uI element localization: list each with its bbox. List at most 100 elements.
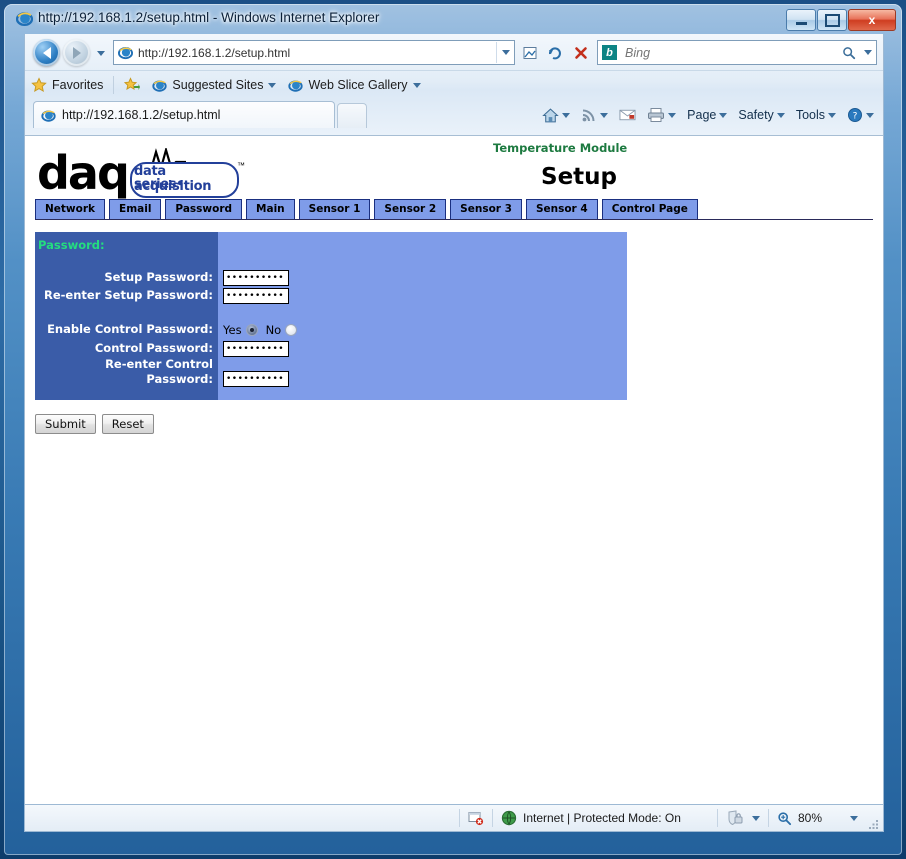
home-button[interactable] [537, 104, 575, 127]
module-title: Temperature Module [493, 141, 628, 155]
close-icon [574, 46, 587, 59]
window-controls: x [786, 9, 896, 31]
new-tab-button[interactable] [337, 103, 367, 128]
trademark-symbol: ™ [237, 161, 245, 170]
tab-bar: http://192.168.1.2/setup.html Page Safet… [25, 98, 883, 136]
print-button[interactable] [642, 104, 681, 126]
nav-tab-sensor-2[interactable]: Sensor 2 [374, 199, 447, 220]
nav-tab-sensor-1[interactable]: Sensor 1 [298, 199, 371, 220]
maximize-button[interactable] [817, 9, 847, 31]
refresh-button[interactable] [542, 40, 567, 65]
popup-blocked-icon [468, 811, 484, 825]
nav-tab-control-page[interactable]: Control Page [601, 199, 698, 220]
internet-explorer-icon [152, 79, 168, 92]
safety-menu-button[interactable]: Safety [733, 105, 789, 125]
title-bar: http://192.168.1.2/setup.html - Windows … [4, 4, 902, 34]
tools-menu-label: Tools [795, 108, 825, 122]
setup-password-input[interactable]: •••••••••• [223, 270, 289, 286]
nav-tab-main[interactable]: Main [246, 199, 295, 220]
search-button[interactable] [838, 46, 860, 60]
control-password-input[interactable]: •••••••••• [223, 341, 289, 357]
reset-button[interactable]: Reset [101, 414, 154, 434]
search-dropdown-button[interactable] [860, 50, 876, 55]
chevron-down-icon[interactable] [562, 112, 571, 118]
search-input[interactable] [623, 44, 838, 61]
chevron-down-icon [751, 815, 760, 821]
address-dropdown-button[interactable] [496, 42, 514, 63]
forward-button[interactable] [63, 39, 90, 66]
reenter-setup-password-label: Re-enter Setup Password: [44, 288, 213, 302]
minimize-button[interactable] [786, 9, 816, 31]
search-box[interactable]: b [597, 40, 877, 65]
recent-pages-dropdown[interactable] [94, 46, 108, 60]
enable-control-password-label: Enable Control Password: [47, 322, 213, 336]
add-to-favorites-bar-button[interactable] [118, 75, 146, 95]
resize-grip[interactable] [866, 817, 880, 831]
bing-icon: b [602, 45, 617, 60]
nav-tab-network[interactable]: Network [35, 199, 106, 220]
nav-tab-sensor-3[interactable]: Sensor 3 [450, 199, 522, 220]
navigation-row: http://192.168.1.2/setup.html b Bing [25, 34, 883, 70]
radio-no[interactable] [285, 323, 298, 336]
reenter-control-password-input[interactable]: •••••••••• [223, 371, 289, 387]
popup-blocker-icon-cell[interactable] [460, 805, 492, 831]
setup-password-control: •••••••••• [223, 270, 289, 286]
radio-yes[interactable] [245, 323, 258, 336]
read-mail-button[interactable] [614, 105, 641, 125]
command-bar: Page Safety Tools ? [537, 102, 879, 128]
zoom-control[interactable]: 80% [769, 805, 866, 831]
compatibility-icon [523, 46, 536, 59]
window-title: http://192.168.1.2/setup.html - Windows … [38, 10, 380, 25]
address-bar[interactable]: http://192.168.1.2/setup.html [113, 40, 515, 65]
radio-yes-label: Yes [223, 322, 242, 337]
divider [35, 219, 873, 220]
star-icon [31, 77, 47, 92]
shield-lock-icon [728, 810, 743, 826]
page-menu-button[interactable]: Page [682, 105, 732, 125]
nav-tab-password[interactable]: Password [165, 199, 243, 220]
submit-button[interactable]: Submit [35, 414, 96, 434]
control-password-control: •••••••••• [223, 341, 289, 357]
star-plus-icon [124, 77, 141, 90]
help-button[interactable]: ? [842, 104, 879, 126]
help-icon: ? [848, 108, 862, 122]
setup-password-label: Setup Password: [104, 270, 213, 284]
protected-mode-button[interactable] [718, 805, 768, 831]
suggested-sites-item[interactable]: Suggested Sites [146, 76, 282, 95]
section-heading: Password: [38, 238, 105, 252]
form-row-control-password: Control Password: •••••••••• [35, 341, 627, 357]
security-zone[interactable]: Internet | Protected Mode: On [493, 805, 717, 831]
forward-arrow-icon [72, 46, 81, 59]
feeds-button[interactable] [576, 104, 613, 126]
chevron-down-icon [866, 112, 874, 118]
compatibility-view-button[interactable] [517, 40, 542, 65]
search-icon [843, 46, 856, 59]
chevron-down-icon[interactable] [600, 112, 609, 118]
tools-menu-button[interactable]: Tools [791, 105, 841, 125]
address-input[interactable]: http://192.168.1.2/setup.html [138, 46, 496, 60]
close-button[interactable]: x [848, 9, 896, 31]
suggested-sites-label: Suggested Sites [172, 78, 264, 92]
browser-tab[interactable]: http://192.168.1.2/setup.html [33, 101, 335, 128]
form-row-reenter-control-password: Re-enter Control Password: •••••••••• [35, 357, 627, 387]
back-button[interactable] [33, 39, 60, 66]
reenter-control-password-label: Re-enter Control Password: [105, 357, 213, 386]
site-navigation: Network Email Password Main Sensor 1 Sen… [35, 199, 698, 220]
nav-tab-email[interactable]: Email [109, 199, 162, 220]
favorites-label: Favorites [52, 78, 104, 92]
reenter-setup-password-input[interactable]: •••••••••• [223, 288, 289, 304]
page-viewport: daq data acquisition series• ™ Temperatu… [24, 136, 884, 804]
reenter-control-password-control: •••••••••• [223, 357, 289, 387]
favorites-button[interactable]: Favorites [25, 75, 109, 95]
web-page: daq data acquisition series• ™ Temperatu… [25, 136, 883, 804]
radio-no-label: No [265, 322, 282, 337]
nav-tab-sensor-4[interactable]: Sensor 4 [525, 199, 598, 220]
safety-menu-label: Safety [738, 108, 774, 122]
form-buttons: Submit Reset [35, 414, 154, 434]
form-row-enable-control-password: Enable Control Password: Yes No [35, 322, 627, 337]
chevron-down-icon[interactable] [850, 815, 858, 821]
web-slice-gallery-item[interactable]: Web Slice Gallery [282, 76, 426, 95]
stop-button[interactable] [568, 40, 593, 65]
svg-text:?: ? [853, 112, 858, 122]
chevron-down-icon[interactable] [668, 112, 677, 118]
